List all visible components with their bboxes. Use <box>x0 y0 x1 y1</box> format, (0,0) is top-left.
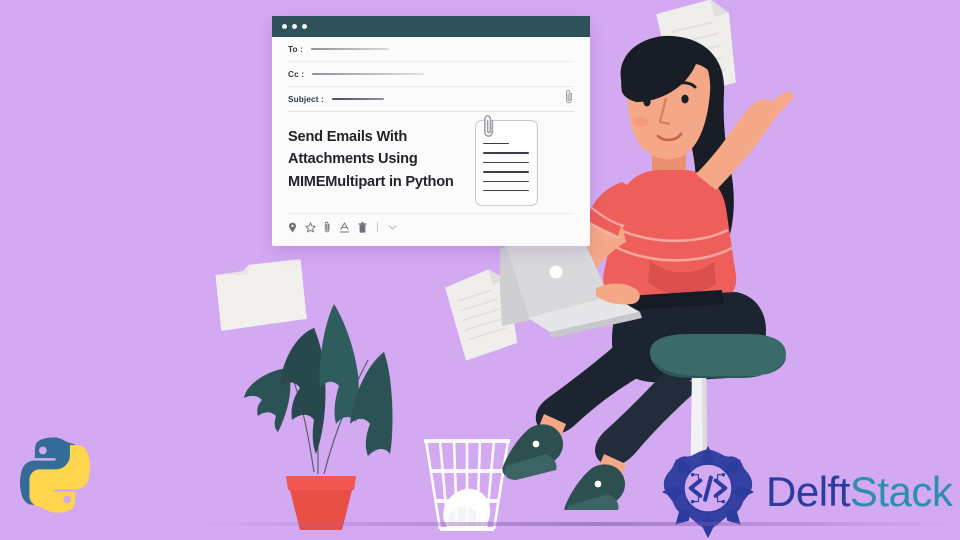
field-row-to[interactable]: To : <box>288 37 574 62</box>
field-row-cc[interactable]: Cc : <box>288 62 574 87</box>
paperclip-icon[interactable] <box>324 221 331 233</box>
field-label-to: To : <box>288 44 303 54</box>
mail-toolbar <box>288 213 574 233</box>
attachment-document-card[interactable] <box>475 115 538 206</box>
trash-icon[interactable] <box>358 221 367 233</box>
illustration-canvas: To : Cc : Subject : Send Emails With Att… <box>0 0 960 540</box>
field-label-cc: Cc : <box>288 69 305 79</box>
field-value-to[interactable] <box>311 48 389 50</box>
attachment-document-lines <box>483 143 529 199</box>
potted-plant <box>238 262 400 535</box>
window-dot-maximize-icon[interactable] <box>302 24 307 29</box>
plant-icon <box>244 304 393 530</box>
window-dot-close-icon[interactable] <box>282 24 287 29</box>
floor-shadow <box>0 522 960 526</box>
python-logo <box>12 432 98 523</box>
page-title: Send Emails With Attachments Using MIMEM… <box>288 129 454 190</box>
window-titlebar <box>272 16 590 37</box>
field-row-subject[interactable]: Subject : <box>288 87 574 112</box>
text-format-icon[interactable] <box>339 222 350 233</box>
paperclip-icon <box>483 114 496 143</box>
location-pin-icon[interactable] <box>288 222 297 233</box>
delftstack-word-delft: Delft <box>766 468 850 515</box>
delftstack-word-stack: Stack <box>849 468 953 515</box>
star-icon[interactable] <box>305 221 316 233</box>
email-compose-window[interactable]: To : Cc : Subject : Send Emails With Att… <box>272 16 590 246</box>
field-value-subject[interactable] <box>331 98 384 100</box>
toolbar-separator <box>377 222 378 232</box>
delftstack-wordmark: DelftStack <box>766 468 953 516</box>
python-logo-icon <box>19 437 91 513</box>
field-label-subject: Subject : <box>288 94 324 104</box>
window-body: To : Cc : Subject : Send Emails With Att… <box>272 37 590 246</box>
field-value-cc[interactable] <box>312 73 425 75</box>
chevron-down-icon[interactable] <box>388 224 397 231</box>
window-dot-minimize-icon[interactable] <box>292 24 297 29</box>
paperclip-icon[interactable] <box>565 89 574 109</box>
